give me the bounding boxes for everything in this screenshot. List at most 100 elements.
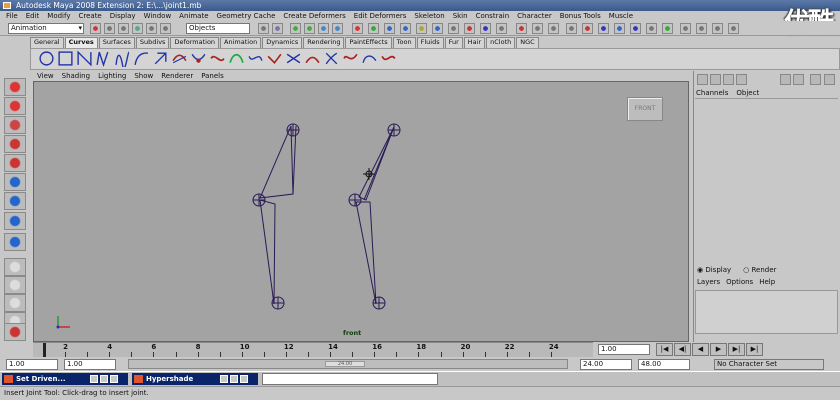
status-tool-icon[interactable] — [318, 23, 329, 34]
playback-button[interactable]: ▶| — [746, 343, 763, 356]
shelf-tab-rendering[interactable]: Rendering — [303, 37, 345, 48]
status-tool-icon[interactable] — [384, 23, 395, 34]
panel-menu-shading[interactable]: Shading — [58, 71, 94, 81]
playback-button[interactable]: ▶ — [710, 343, 727, 356]
task-set-driven[interactable]: Set Driven... — [2, 373, 128, 385]
menu-bonus-tools[interactable]: Bonus Tools — [556, 11, 605, 21]
range-start-field[interactable]: 1.00 — [64, 359, 116, 370]
curve-tool-icon[interactable] — [57, 50, 74, 67]
panel-menu-view[interactable]: View — [33, 71, 58, 81]
last-tool-icon[interactable] — [4, 212, 26, 230]
status-tool-icon[interactable] — [132, 23, 143, 34]
curve-tool-icon[interactable] — [266, 50, 283, 67]
render-radio[interactable]: ○ Render — [743, 266, 776, 274]
playback-start-field[interactable]: 1.00 — [6, 359, 58, 370]
menu-character[interactable]: Character — [513, 11, 556, 21]
status-tool-icon[interactable] — [566, 23, 577, 34]
status-tool-icon[interactable] — [104, 23, 115, 34]
menu-modify[interactable]: Modify — [43, 11, 74, 21]
panel-toggle-icon[interactable] — [736, 74, 747, 85]
restore-icon[interactable] — [90, 375, 98, 383]
status-tool-icon[interactable] — [160, 23, 171, 34]
shelf-tab-deformation[interactable]: Deformation — [170, 37, 220, 48]
close-icon[interactable] — [240, 375, 248, 383]
status-tool-icon[interactable] — [352, 23, 363, 34]
curve-tool-icon[interactable] — [133, 50, 150, 67]
shelf-tab-fur[interactable]: Fur — [444, 37, 463, 48]
paint-select-icon[interactable] — [4, 116, 26, 134]
playback-button[interactable]: |◀ — [656, 343, 673, 356]
status-tool-icon[interactable] — [680, 23, 691, 34]
menu-skeleton[interactable]: Skeleton — [410, 11, 448, 21]
manipulator-icon[interactable] — [4, 192, 26, 210]
status-tool-icon[interactable] — [480, 23, 491, 34]
status-tool-icon[interactable] — [696, 23, 707, 34]
layout-four-icon[interactable] — [4, 276, 26, 294]
layout-single-icon[interactable] — [4, 258, 26, 276]
shelf-tab-curves[interactable]: Curves — [64, 37, 98, 48]
curve-tool-icon[interactable] — [323, 50, 340, 67]
menu-skin[interactable]: Skin — [449, 11, 472, 21]
current-frame-field[interactable]: 1.00 — [598, 344, 650, 355]
channel-menu-object[interactable]: Object — [736, 89, 759, 97]
curve-tool-icon[interactable] — [304, 50, 321, 67]
curve-tool-icon[interactable] — [38, 50, 55, 67]
mode-selector[interactable]: Animation — [8, 23, 84, 34]
status-tool-icon[interactable] — [432, 23, 443, 34]
status-tool-icon[interactable] — [118, 23, 129, 34]
curve-tool-icon[interactable] — [247, 50, 264, 67]
panel-menu-panels[interactable]: Panels — [197, 71, 228, 81]
scale-tool-icon[interactable] — [4, 173, 26, 191]
panel-toggle-icon[interactable] — [810, 74, 821, 85]
playback-button[interactable]: ◀ — [692, 343, 709, 356]
status-tool-icon[interactable] — [290, 23, 301, 34]
status-tool-icon[interactable] — [304, 23, 315, 34]
menu-edit-deformers[interactable]: Edit Deformers — [350, 11, 411, 21]
menu-animate[interactable]: Animate — [175, 11, 212, 21]
status-tool-icon[interactable] — [728, 23, 739, 34]
menu-geometry-cache[interactable]: Geometry Cache — [213, 11, 280, 21]
curve-tool-icon[interactable] — [342, 50, 359, 67]
channel-menu-channels[interactable]: Channels — [696, 89, 728, 97]
curve-tool-icon[interactable] — [114, 50, 131, 69]
playback-button[interactable]: ◀| — [674, 343, 691, 356]
panel-toggle-icon[interactable] — [723, 74, 734, 85]
status-tool-icon[interactable] — [332, 23, 343, 34]
menu-muscle[interactable]: Muscle — [605, 11, 637, 21]
panel-menu-renderer[interactable]: Renderer — [157, 71, 197, 81]
menu-constrain[interactable]: Constrain — [472, 11, 514, 21]
shelf-tab-surfaces[interactable]: Surfaces — [98, 37, 135, 48]
shelf-tab-ncloth[interactable]: nCloth — [486, 37, 516, 48]
close-icon[interactable] — [110, 375, 118, 383]
move-tool-icon[interactable] — [4, 135, 26, 153]
status-tool-icon[interactable] — [516, 23, 527, 34]
layout-side-icon[interactable] — [4, 294, 26, 312]
status-tool-icon[interactable] — [662, 23, 673, 34]
time-slider[interactable]: 2 4 6 8 10 12 14 16 18 20 22 24 — [33, 342, 593, 357]
maximize-icon[interactable] — [230, 375, 238, 383]
select-tool-icon[interactable] — [4, 78, 26, 96]
shelf-tab-hair[interactable]: Hair — [463, 37, 486, 48]
panel-toggle-icon[interactable] — [710, 74, 721, 85]
curve-tool-icon[interactable] — [361, 50, 378, 67]
playback-button[interactable]: ▶| — [728, 343, 745, 356]
panel-toggle-icon[interactable] — [780, 74, 791, 85]
panel-menu-lighting[interactable]: Lighting — [94, 71, 130, 81]
status-tool-icon[interactable] — [532, 23, 543, 34]
status-tool-icon[interactable] — [646, 23, 657, 34]
status-tool-icon[interactable] — [630, 23, 641, 34]
menu-create-deformers[interactable]: Create Deformers — [279, 11, 349, 21]
rotate-tool-icon[interactable] — [4, 154, 26, 172]
status-tool-icon[interactable] — [416, 23, 427, 34]
status-tool-icon[interactable] — [448, 23, 459, 34]
curve-tool-icon[interactable] — [228, 50, 245, 67]
shelf-tab-toon[interactable]: Toon — [392, 37, 416, 48]
menu-edit[interactable]: Edit — [22, 11, 44, 21]
selection-mode-field[interactable]: Objects — [186, 23, 250, 34]
layer-menu-help[interactable]: Help — [759, 278, 775, 286]
render-view-icon[interactable] — [4, 323, 26, 341]
task-hypershade[interactable]: Hypershade — [132, 373, 258, 385]
panel-toggle-icon[interactable] — [793, 74, 804, 85]
status-tool-icon[interactable] — [146, 23, 157, 34]
shelf-tab-dynamics[interactable]: Dynamics — [262, 37, 303, 48]
